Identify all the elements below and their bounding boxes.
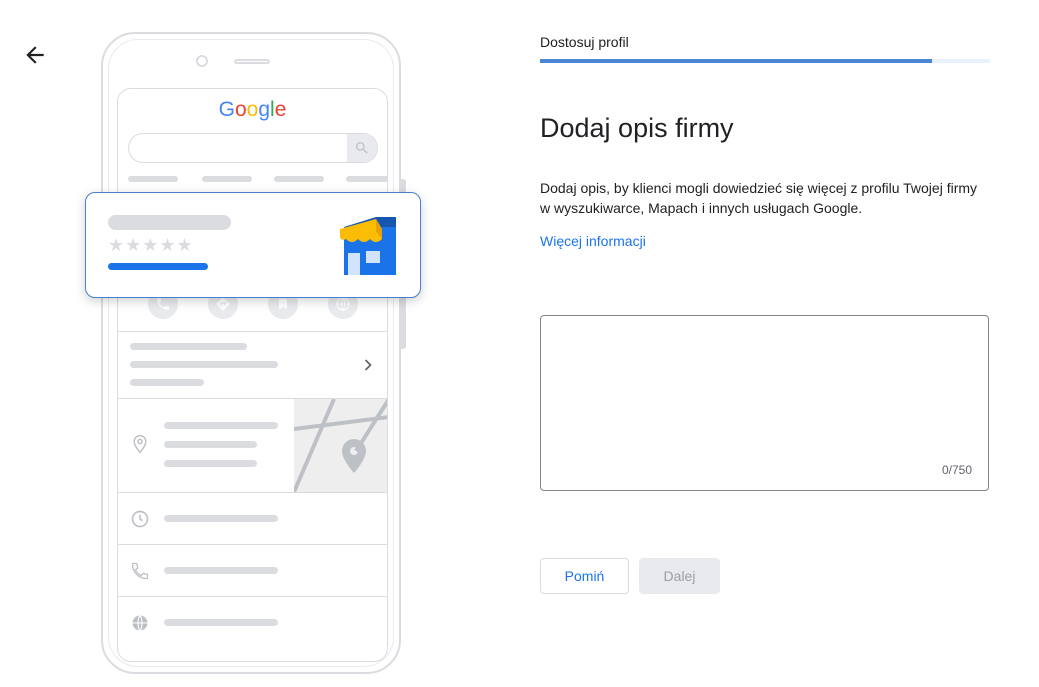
placeholder-line	[130, 361, 278, 368]
step-label: Dostosuj profil	[540, 34, 629, 50]
business-card-illustration: ★★★★★	[85, 192, 421, 298]
divider	[118, 492, 387, 493]
storefront-icon	[340, 217, 396, 275]
phone-illustration: Google	[101, 32, 406, 674]
chevron-right-icon	[364, 359, 372, 371]
phone-screen: Google	[117, 88, 388, 662]
globe-icon	[336, 297, 350, 311]
placeholder-line	[130, 379, 204, 386]
directions-icon	[216, 297, 230, 311]
logo-letter: G	[218, 98, 235, 121]
arrow-back-icon	[26, 46, 44, 64]
phone-icon	[131, 562, 149, 580]
placeholder-tab	[202, 176, 252, 182]
divider	[118, 331, 387, 332]
progress-fill	[540, 59, 932, 63]
placeholder-line	[164, 567, 278, 574]
phone-camera	[196, 55, 208, 67]
page-description: Dodaj opis, by klienci mogli dowiedzieć …	[540, 180, 978, 216]
description-input[interactable]	[541, 316, 988, 490]
placeholder-line	[164, 422, 278, 429]
placeholder-tab	[274, 176, 324, 182]
placeholder-line	[164, 619, 278, 626]
illustration-search-button	[347, 134, 377, 162]
description-field[interactable]: 0/750	[540, 315, 989, 491]
logo-letter: o	[246, 98, 259, 121]
phone-speaker	[234, 59, 270, 64]
divider	[118, 596, 387, 597]
business-name-placeholder	[108, 215, 231, 230]
placeholder-tab	[346, 176, 387, 182]
next-button[interactable]: Dalej	[639, 558, 720, 594]
map-thumbnail	[294, 399, 387, 492]
learn-more-link[interactable]: Więcej informacji	[540, 233, 646, 249]
phone-icon	[157, 298, 169, 310]
globe-icon	[132, 615, 148, 631]
logo-letter: e	[274, 98, 287, 121]
placeholder-line	[164, 460, 257, 467]
back-button[interactable]	[22, 42, 48, 68]
logo-letter: g	[258, 98, 271, 121]
logo-letter: o	[234, 98, 247, 121]
skip-button[interactable]: Pomiń	[540, 558, 629, 594]
illustration-search-bar	[128, 133, 378, 163]
divider	[118, 544, 387, 545]
page-title: Dodaj opis firmy	[540, 113, 734, 143]
rating-stars: ★★★★★	[108, 235, 194, 256]
business-highlight-line	[108, 263, 208, 270]
character-counter: 0/750	[941, 463, 972, 477]
placeholder-tab	[128, 176, 178, 182]
location-pin-icon	[133, 434, 147, 454]
google-logo: Google	[118, 98, 387, 122]
bookmark-icon	[278, 298, 288, 310]
placeholder-line	[164, 441, 257, 448]
progress-bar	[540, 59, 990, 63]
search-icon	[356, 142, 368, 154]
placeholder-line	[130, 343, 247, 350]
placeholder-line	[164, 515, 278, 522]
clock-icon	[131, 510, 149, 528]
